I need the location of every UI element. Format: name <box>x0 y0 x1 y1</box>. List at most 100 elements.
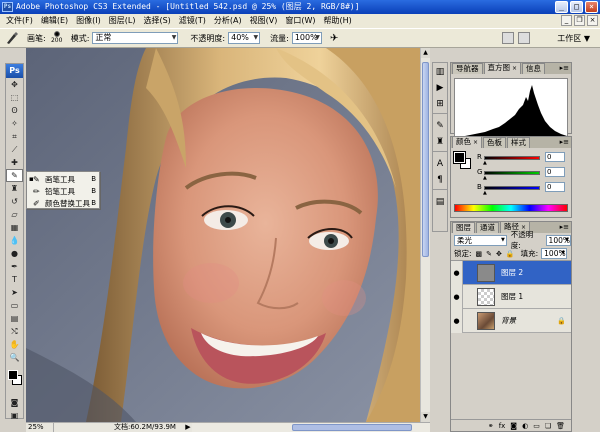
layer-row-layer-1[interactable]: ● 图层 1 <box>451 284 571 309</box>
gradient-tool-icon[interactable]: ▦ <box>6 221 23 234</box>
scroll-up-icon[interactable]: ▲ <box>421 48 430 58</box>
visibility-eye-icon[interactable]: ● <box>451 284 463 309</box>
lock-position-icon[interactable]: ✥ <box>496 250 502 258</box>
healing-brush-tool-icon[interactable]: ✚ <box>6 156 23 169</box>
layer-row-layer-2[interactable]: ● 图层 2 <box>451 260 571 285</box>
blue-slider[interactable] <box>484 186 540 190</box>
tab-info[interactable]: 信息 <box>522 63 546 74</box>
visibility-eye-icon[interactable]: ● <box>451 308 463 333</box>
new-layer-icon[interactable]: ❏ <box>545 422 551 430</box>
workspace-button[interactable]: 工作区 ▼ <box>557 33 590 44</box>
notes-tool-icon[interactable]: ▤ <box>6 312 23 325</box>
menu-help[interactable]: 帮助(H) <box>320 14 356 28</box>
panel-menu-icon[interactable]: ▸≡ <box>560 223 569 231</box>
crop-tool-icon[interactable]: ⌗ <box>6 130 23 143</box>
actions-panel-icon[interactable]: ▶ <box>433 81 447 95</box>
menu-analysis[interactable]: 分析(A) <box>210 14 246 28</box>
link-layers-icon[interactable]: ⚭ <box>488 422 494 430</box>
menu-file[interactable]: 文件(F) <box>2 14 37 28</box>
menu-window[interactable]: 窗口(W) <box>281 14 319 28</box>
close-tab-icon[interactable]: × <box>512 65 517 72</box>
tool-presets-icon[interactable]: ⊞ <box>433 97 447 111</box>
blur-tool-icon[interactable]: 💧 <box>6 234 23 247</box>
tab-histogram[interactable]: 直方图 × <box>483 62 522 74</box>
path-selection-tool-icon[interactable]: ➤ <box>6 286 23 299</box>
delete-layer-icon[interactable]: 🗑 <box>556 422 565 430</box>
canvas-vertical-scrollbar[interactable]: ▲ ▼ <box>420 48 430 422</box>
mode-dropdown[interactable]: 正常 <box>92 32 179 44</box>
eyedropper-tool-icon[interactable]: ⤭ <box>6 325 23 338</box>
screen-mode-icon[interactable]: ▣ <box>6 409 23 422</box>
menu-layer[interactable]: 图层(L) <box>105 14 140 28</box>
slider-handle-icon[interactable]: ▲ <box>483 190 487 196</box>
flyout-item-color-replacement[interactable]: ✐ 颜色替换工具 B <box>27 197 99 209</box>
doc-minimize-icon[interactable]: _ <box>561 15 572 26</box>
history-brush-tool-icon[interactable]: ↺ <box>6 195 23 208</box>
tab-channels[interactable]: 通道 <box>476 222 499 233</box>
lasso-tool-icon[interactable]: ʘ <box>6 104 23 117</box>
tab-styles[interactable]: 样式 <box>507 137 531 148</box>
brush-tool-icon[interactable]: ✎ <box>6 169 23 182</box>
lock-image-icon[interactable]: ✎ <box>486 250 492 258</box>
layer-row-background[interactable]: ● 背景 🔒 <box>451 308 571 333</box>
close-tab-icon[interactable]: × <box>473 139 478 146</box>
brush-picker[interactable]: 200 <box>49 30 65 46</box>
canvas-horizontal-scrollbar[interactable] <box>192 423 430 432</box>
red-slider[interactable] <box>484 156 540 160</box>
scroll-down-icon[interactable]: ▼ <box>421 412 430 422</box>
menu-view[interactable]: 视图(V) <box>246 14 282 28</box>
paragraph-panel-icon[interactable]: ¶ <box>433 173 447 187</box>
layer-style-icon[interactable]: fx <box>499 422 506 430</box>
lock-all-icon[interactable]: 🔒 <box>506 250 515 258</box>
clone-stamp-tool-icon[interactable]: ♜ <box>6 182 23 195</box>
layers-opacity-input[interactable]: 100% <box>545 234 572 246</box>
menu-image[interactable]: 图像(I) <box>72 14 105 28</box>
clone-source-icon[interactable]: ♜ <box>433 135 447 149</box>
dodge-tool-icon[interactable]: ● <box>6 247 23 260</box>
marquee-tool-icon[interactable]: ⬚ <box>6 91 23 104</box>
fill-input[interactable]: 100% <box>541 248 568 259</box>
horizontal-scroll-thumb[interactable] <box>292 424 412 431</box>
menu-edit[interactable]: 编辑(E) <box>37 14 72 28</box>
zoom-tool-icon[interactable]: 🔍 <box>6 351 23 364</box>
tab-swatches[interactable]: 色板 <box>483 137 507 148</box>
vertical-scroll-thumb[interactable] <box>422 62 429 257</box>
color-spectrum-bar[interactable] <box>454 204 568 212</box>
flyout-item-brush[interactable]: ▪ ✎ 画笔工具 B <box>27 173 99 185</box>
panel-menu-icon[interactable]: ▸≡ <box>560 64 569 72</box>
tab-layers[interactable]: 图层 <box>452 222 475 233</box>
airbrush-icon[interactable]: ✈ <box>330 33 338 44</box>
green-slider[interactable] <box>484 171 540 175</box>
color-panel-foreground[interactable] <box>453 151 466 164</box>
tool-preset-picker[interactable] <box>3 30 21 46</box>
shape-tool-icon[interactable]: ▭ <box>6 299 23 312</box>
slider-handle-icon[interactable]: ▲ <box>483 175 487 181</box>
doc-close-icon[interactable]: × <box>587 15 598 26</box>
new-group-icon[interactable]: ▭ <box>533 422 540 430</box>
blue-value-input[interactable]: 0 <box>545 182 565 192</box>
slider-handle-icon[interactable]: ▲ <box>483 160 487 166</box>
pen-tool-icon[interactable]: ✒ <box>6 260 23 273</box>
red-value-input[interactable]: 0 <box>545 152 565 162</box>
panel-menu-icon[interactable]: ▸≡ <box>560 138 569 146</box>
tab-color[interactable]: 颜色 × <box>452 136 483 148</box>
history-panel-icon[interactable]: ▥ <box>433 65 447 79</box>
type-tool-icon[interactable]: T <box>6 273 23 286</box>
eraser-tool-icon[interactable]: ▱ <box>6 208 23 221</box>
close-button[interactable]: × <box>585 1 598 13</box>
foreground-color-swatch[interactable] <box>8 370 18 380</box>
tab-navigator[interactable]: 导航器 <box>452 63 483 74</box>
flyout-item-pencil[interactable]: ✏ 铅笔工具 B <box>27 185 99 197</box>
blend-mode-dropdown[interactable]: 柔光 <box>454 234 507 246</box>
brushes-panel-icon[interactable]: ✎ <box>433 119 447 133</box>
move-tool-icon[interactable]: ✥ <box>6 78 23 91</box>
flow-input[interactable]: 100% <box>291 32 322 44</box>
slice-tool-icon[interactable]: ⟋ <box>6 143 23 156</box>
menu-select[interactable]: 选择(S) <box>139 14 174 28</box>
add-mask-icon[interactable]: ◙ <box>510 422 517 430</box>
visibility-eye-icon[interactable]: ● <box>451 260 463 285</box>
lock-transparency-icon[interactable]: ▩ <box>476 250 483 258</box>
opacity-input[interactable]: 40% <box>228 32 261 44</box>
minimize-button[interactable]: _ <box>555 1 568 13</box>
magic-wand-tool-icon[interactable]: ✧ <box>6 117 23 130</box>
